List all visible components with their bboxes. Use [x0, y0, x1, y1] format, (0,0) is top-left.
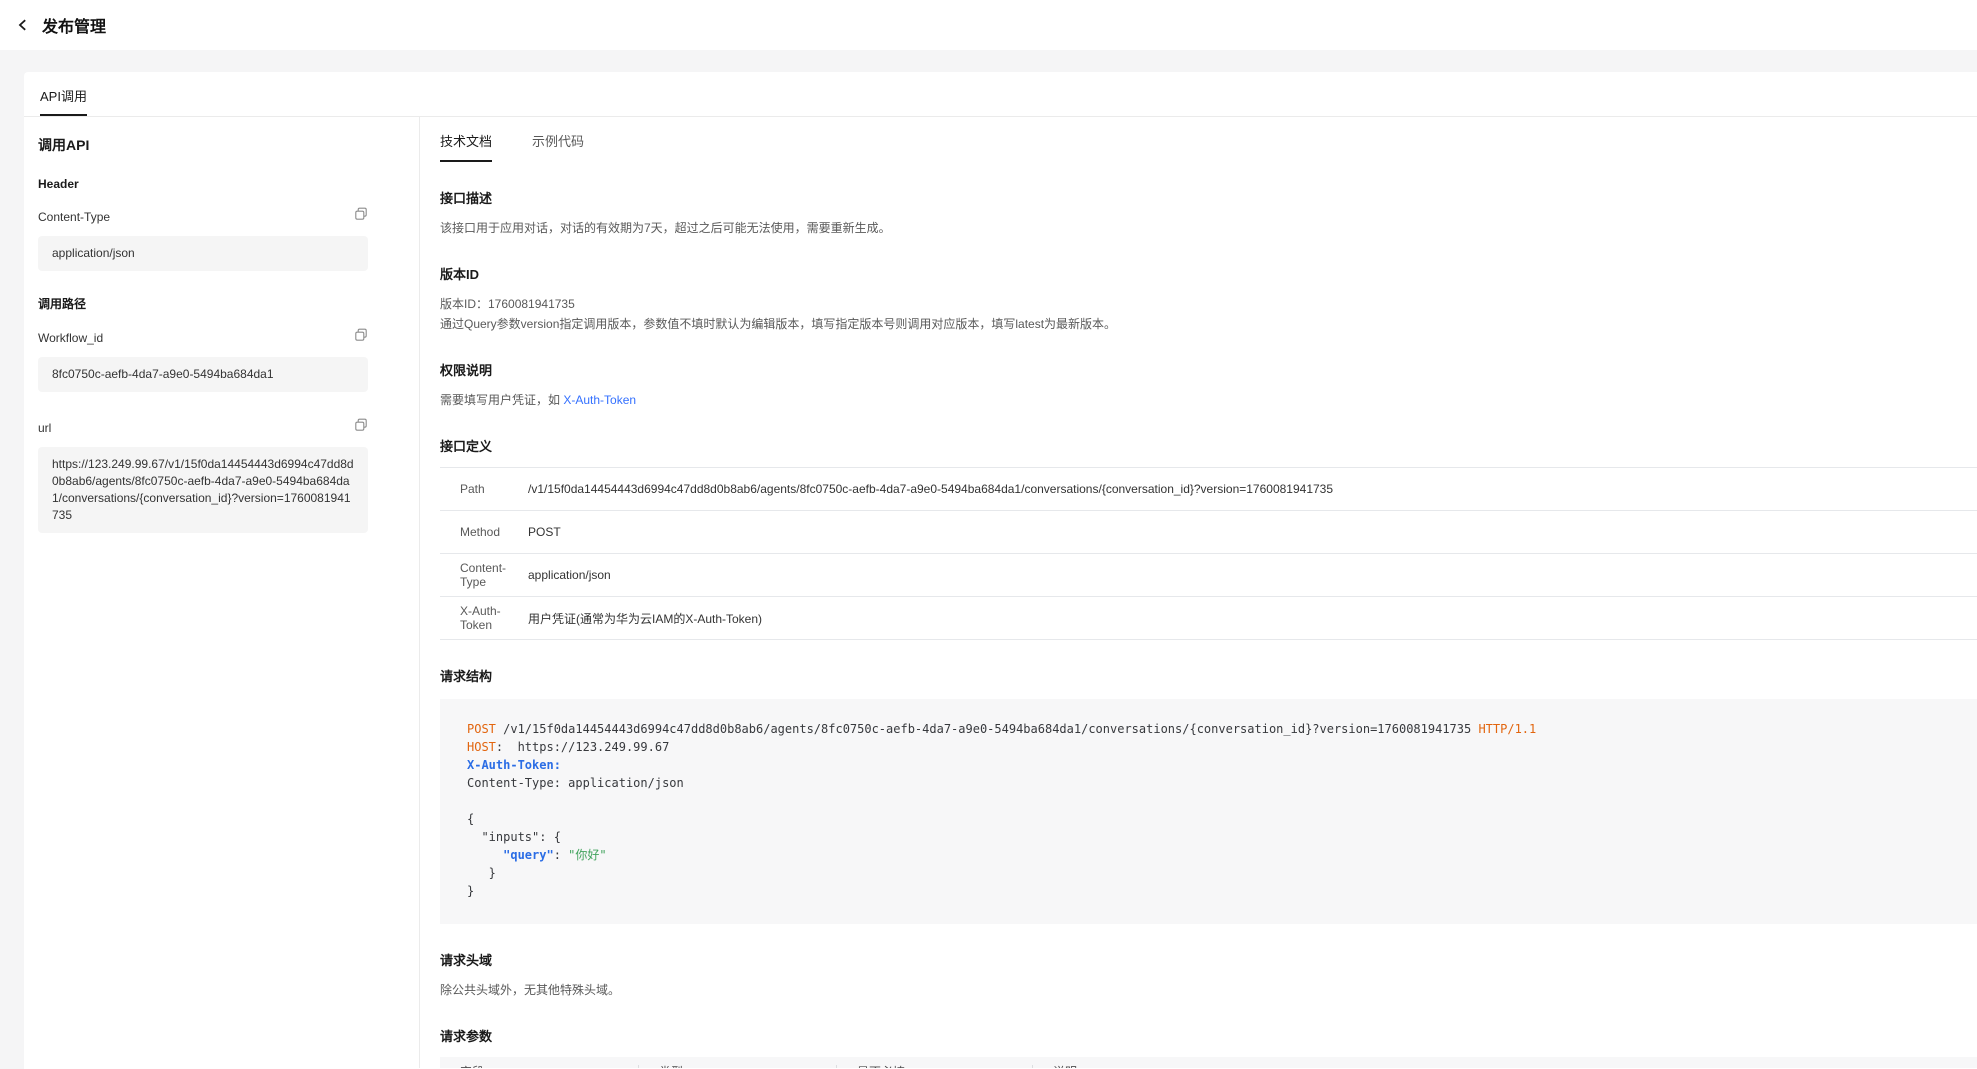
version-id-text: 版本ID：1760081941735 通过Query参数version指定调用版… — [440, 294, 1977, 334]
copy-url-button[interactable] — [354, 418, 368, 437]
version-id-line1: 版本ID：1760081941735 — [440, 294, 1977, 314]
request-params-title: 请求参数 — [440, 1026, 1977, 1045]
code-host-key: HOST — [467, 740, 496, 754]
x-auth-token-link[interactable]: X-Auth-Token — [563, 393, 636, 407]
workflow-id-label: Workflow_id — [38, 331, 103, 345]
params-header-desc: 说明 — [1033, 1065, 1977, 1068]
code-sep: : — [554, 848, 568, 862]
call-path-section-title: 调用路径 — [38, 295, 419, 312]
table-row: Method POST — [440, 511, 1977, 554]
call-api-panel: 调用API Header Content-Type application/js… — [24, 117, 420, 1068]
content-type-value: application/json — [38, 236, 368, 271]
code-line: } — [467, 864, 1957, 882]
code-xauthtoken-key: X-Auth-Token: — [467, 758, 561, 772]
content-type-label: Content-Type — [38, 210, 110, 224]
request-params-table: 字段 类型 是否必填 说明 query string 是 用户问题，作为运行Ag… — [440, 1057, 1977, 1068]
def-row-value: application/json — [528, 568, 611, 582]
card-tab-bar: API调用 — [24, 72, 1977, 117]
code-query-key: "query" — [503, 848, 554, 862]
url-label: url — [38, 421, 51, 435]
code-method: POST — [467, 722, 496, 736]
request-struct-title: 请求结构 — [440, 666, 1977, 685]
doc-panel: 技术文档 示例代码 接口描述 该接口用于应用对话，对话的有效期为7天，超过之后可… — [420, 117, 1977, 1068]
code-line — [467, 792, 1957, 810]
top-title-bar: 发布管理 — [0, 0, 1977, 50]
def-row-label: Method — [440, 525, 528, 539]
tab-tech-doc[interactable]: 技术文档 — [440, 131, 492, 162]
copy-icon — [354, 418, 368, 437]
code-line: "inputs": { — [467, 828, 1957, 846]
code-indent — [467, 848, 503, 862]
code-line: } — [467, 882, 1957, 900]
code-query-value: "你好" — [568, 848, 606, 862]
workflow-id-value: 8fc0750c-aefb-4da7-a9e0-5494ba684da1 — [38, 357, 368, 392]
params-header-type: 类型 — [639, 1065, 837, 1068]
table-row: X-Auth-Token 用户凭证(通常为华为云IAM的X-Auth-Token… — [440, 597, 1977, 640]
request-struct-code: POST /v1/15f0da14454443d6994c47dd8d0b8ab… — [440, 699, 1977, 924]
def-row-value: 用户凭证(通常为华为云IAM的X-Auth-Token) — [528, 610, 762, 627]
def-row-label: Path — [440, 482, 528, 496]
interface-desc-title: 接口描述 — [440, 188, 1977, 207]
code-path: /v1/15f0da14454443d6994c47dd8d0b8ab6/age… — [496, 722, 1471, 736]
tab-api-call[interactable]: API调用 — [40, 86, 87, 116]
interface-def-table: Path /v1/15f0da14454443d6994c47dd8d0b8ab… — [440, 467, 1977, 640]
params-header-row: 字段 类型 是否必填 说明 — [440, 1057, 1977, 1068]
interface-def-title: 接口定义 — [440, 436, 1977, 455]
permission-title: 权限说明 — [440, 360, 1977, 379]
code-host-value: : https://123.249.99.67 — [496, 740, 669, 754]
url-value: https://123.249.99.67/v1/15f0da14454443d… — [38, 447, 368, 533]
code-line: "query": "你好" — [467, 846, 1957, 864]
copy-icon — [354, 207, 368, 226]
code-line: POST /v1/15f0da14454443d6994c47dd8d0b8ab… — [467, 720, 1957, 738]
table-row: Content-Type application/json — [440, 554, 1977, 597]
permission-text: 需要填写用户凭证，如 X-Auth-Token — [440, 390, 1977, 410]
header-section-title: Header — [38, 177, 419, 191]
copy-icon — [354, 328, 368, 347]
def-row-label: Content-Type — [440, 561, 528, 589]
interface-desc-text: 该接口用于应用对话，对话的有效期为7天，超过之后可能无法使用，需要重新生成。 — [440, 218, 1977, 238]
copy-workflow-id-button[interactable] — [354, 328, 368, 347]
copy-content-type-button[interactable] — [354, 207, 368, 226]
request-headers-text: 除公共头域外，无其他特殊头域。 — [440, 980, 1977, 1000]
code-line: { — [467, 810, 1957, 828]
def-row-value: POST — [528, 525, 561, 539]
def-row-label: X-Auth-Token — [440, 604, 528, 632]
def-row-value: /v1/15f0da14454443d6994c47dd8d0b8ab6/age… — [528, 482, 1333, 496]
code-http-version: HTTP/1.1 — [1471, 722, 1536, 736]
code-line: X-Auth-Token: — [467, 756, 1957, 774]
tab-sample-code[interactable]: 示例代码 — [532, 131, 584, 162]
doc-tab-bar: 技术文档 示例代码 — [440, 131, 1977, 162]
back-chevron-icon — [16, 18, 30, 32]
call-api-title: 调用API — [38, 135, 419, 155]
code-line: Content-Type: application/json — [467, 774, 1957, 792]
table-row: Path /v1/15f0da14454443d6994c47dd8d0b8ab… — [440, 468, 1977, 511]
params-header-field: 字段 — [440, 1065, 639, 1068]
request-headers-title: 请求头域 — [440, 950, 1977, 969]
back-button[interactable] — [16, 18, 30, 32]
params-header-required: 是否必填 — [837, 1065, 1033, 1068]
version-id-title: 版本ID — [440, 264, 1977, 283]
page-title: 发布管理 — [42, 13, 106, 37]
permission-text-prefix: 需要填写用户凭证，如 — [440, 393, 563, 407]
code-line: HOST: https://123.249.99.67 — [467, 738, 1957, 756]
api-call-card: API调用 调用API Header Content-Type applicat… — [24, 72, 1977, 1069]
version-id-line2: 通过Query参数version指定调用版本，参数值不填时默认为编辑版本，填写指… — [440, 314, 1977, 334]
